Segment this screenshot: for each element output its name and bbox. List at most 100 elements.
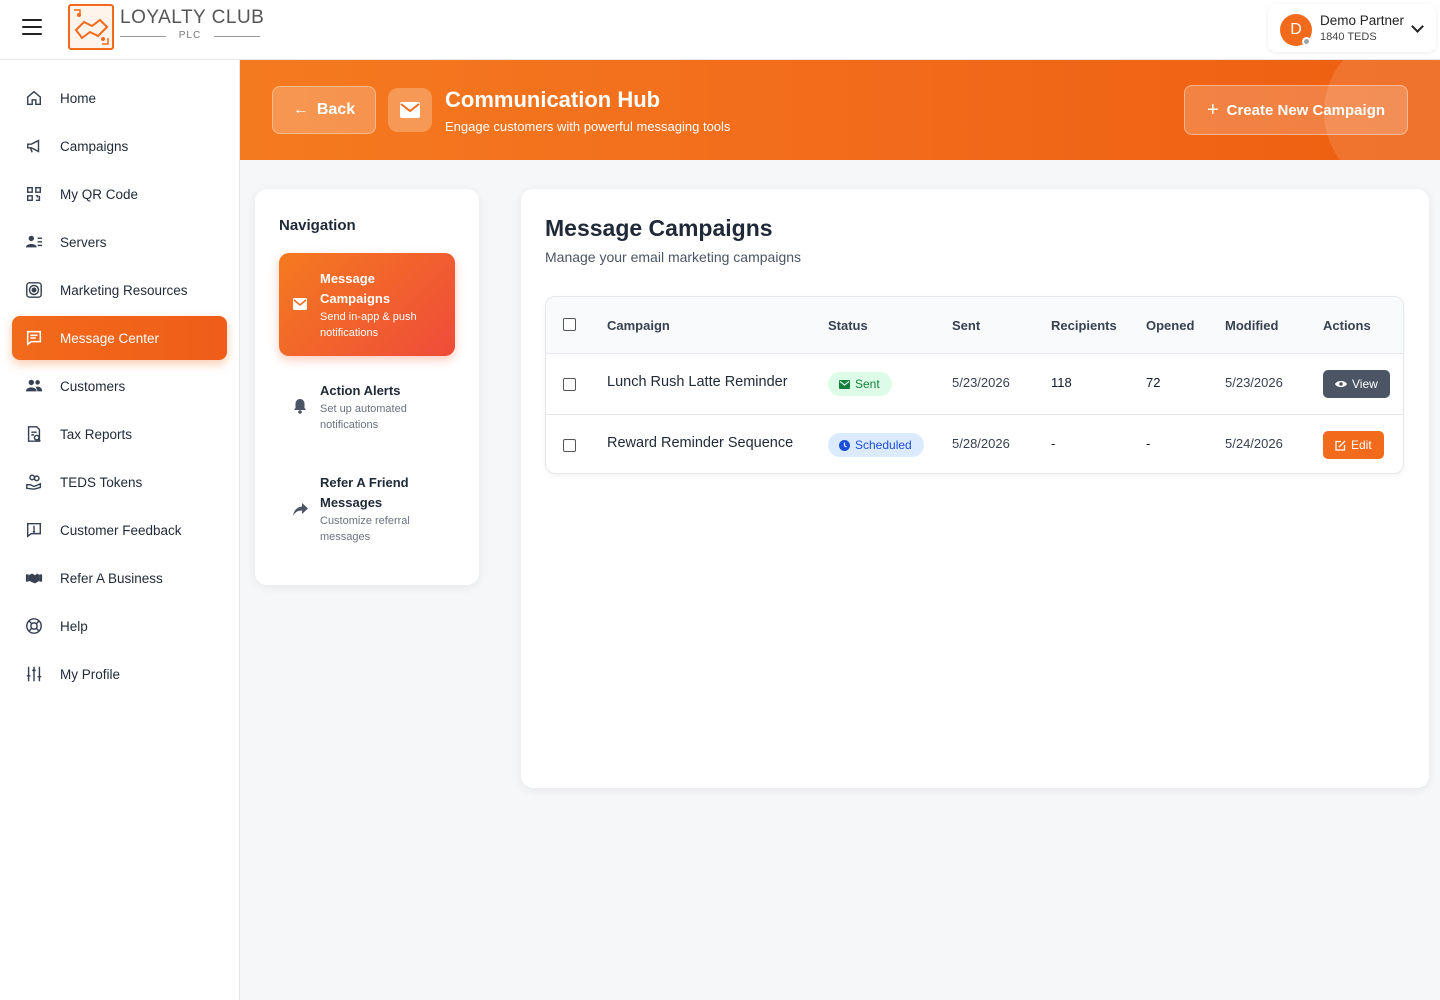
sidebar-item-label: Tax Reports bbox=[60, 426, 133, 442]
back-button[interactable]: ← Back bbox=[272, 86, 376, 134]
sidebar-item-label: Campaigns bbox=[60, 138, 129, 154]
hub-navigation-card: Navigation Message Campaigns Send in-app… bbox=[255, 189, 479, 585]
sidebar-item-refer-a-business[interactable]: Refer A Business bbox=[12, 556, 227, 600]
modified-date: 5/23/2026 bbox=[1225, 375, 1283, 390]
recipients-count: - bbox=[1051, 436, 1056, 451]
subnav-description: Set up automated notifications bbox=[320, 403, 407, 431]
sidebar-item-qr-code[interactable]: My QR Code bbox=[12, 172, 227, 216]
subnav-action-alerts[interactable]: Action Alerts Set up automated notificat… bbox=[279, 369, 455, 449]
lifebuoy-icon bbox=[24, 616, 44, 636]
eye-icon bbox=[1335, 380, 1347, 388]
row-checkbox[interactable] bbox=[563, 378, 576, 391]
user-profile-menu[interactable]: D Demo Partner 1840 TEDS bbox=[1268, 4, 1436, 52]
sidebar-item-teds-tokens[interactable]: TEDS Tokens bbox=[12, 460, 227, 504]
sidebar-item-label: Help bbox=[60, 618, 88, 634]
target-icon bbox=[24, 280, 44, 300]
sidebar-item-label: Refer A Business bbox=[60, 570, 163, 586]
tax-report-icon bbox=[24, 424, 44, 444]
sidebar-item-label: Home bbox=[60, 90, 97, 106]
sidebar-item-label: Customers bbox=[60, 378, 126, 394]
sidebar: Home Campaigns My QR Code Servers Market… bbox=[0, 60, 240, 1000]
envelope-icon bbox=[293, 297, 309, 313]
column-header-opened[interactable]: Opened bbox=[1146, 318, 1194, 333]
sent-date: 5/28/2026 bbox=[952, 436, 1010, 451]
sidebar-item-servers[interactable]: Servers bbox=[12, 220, 227, 264]
edit-icon bbox=[1335, 440, 1346, 451]
sidebar-item-label: My Profile bbox=[60, 666, 121, 682]
arrow-left-icon: ← bbox=[292, 101, 309, 118]
sidebar-item-label: Marketing Resources bbox=[60, 282, 188, 298]
qr-code-icon bbox=[24, 184, 44, 204]
column-header-recipients[interactable]: Recipients bbox=[1051, 318, 1117, 333]
select-all-checkbox[interactable] bbox=[563, 318, 576, 331]
view-button-label: View bbox=[1352, 377, 1378, 391]
feedback-icon bbox=[24, 520, 44, 540]
message-campaigns-panel: Message Campaigns Manage your email mark… bbox=[521, 189, 1429, 788]
column-header-status[interactable]: Status bbox=[828, 318, 868, 333]
envelope-icon bbox=[388, 88, 432, 132]
sidebar-item-tax-reports[interactable]: Tax Reports bbox=[12, 412, 227, 456]
table-row[interactable]: Lunch Rush Latte Reminder Sent 5/23/2026… bbox=[546, 354, 1403, 415]
status-label: Scheduled bbox=[855, 438, 912, 452]
subnav-message-campaigns[interactable]: Message Campaigns Send in-app & push not… bbox=[279, 253, 455, 356]
column-header-campaign[interactable]: Campaign bbox=[607, 318, 670, 333]
sidebar-item-campaigns[interactable]: Campaigns bbox=[12, 124, 227, 168]
sidebar-item-customers[interactable]: Customers bbox=[12, 364, 227, 408]
user-balance: 1840 TEDS bbox=[1320, 31, 1377, 43]
page-subtitle: Engage customers with powerful messaging… bbox=[445, 119, 731, 134]
menu-toggle-icon[interactable] bbox=[22, 19, 42, 35]
campaign-name[interactable]: Lunch Rush Latte Reminder bbox=[607, 374, 788, 390]
brand-logo[interactable]: LOYALTY CLUB PLC bbox=[66, 4, 266, 52]
status-badge: Scheduled bbox=[828, 433, 924, 457]
edit-button[interactable]: Edit bbox=[1323, 431, 1384, 459]
brand-sub: PLC bbox=[120, 30, 260, 41]
subnav-description: Send in-app & push notifications bbox=[320, 311, 417, 339]
sent-date: 5/23/2026 bbox=[952, 375, 1010, 390]
opened-count: - bbox=[1146, 436, 1151, 451]
section-subtitle: Manage your email marketing campaigns bbox=[545, 249, 802, 265]
campaigns-table: Campaign Status Sent Recipients Opened M… bbox=[545, 296, 1404, 474]
sidebar-item-my-profile[interactable]: My Profile bbox=[12, 652, 227, 696]
subnav-description: Customize referral messages bbox=[320, 515, 410, 543]
create-new-campaign-button[interactable]: + Create New Campaign bbox=[1184, 85, 1408, 135]
recipients-count: 118 bbox=[1051, 375, 1072, 390]
page-title: Communication Hub bbox=[445, 87, 661, 112]
user-list-icon bbox=[24, 232, 44, 252]
back-button-label: Back bbox=[316, 101, 356, 118]
sliders-icon bbox=[24, 664, 44, 684]
user-name: Demo Partner bbox=[1320, 13, 1405, 28]
handshake-logo-icon bbox=[68, 4, 114, 50]
subnav-title: Message Campaigns bbox=[320, 271, 391, 306]
sidebar-item-label: My QR Code bbox=[60, 186, 139, 202]
communication-hub-banner: ← Back Communication Hub Engage customer… bbox=[240, 60, 1440, 160]
modified-date: 5/24/2026 bbox=[1225, 436, 1283, 451]
column-header-modified[interactable]: Modified bbox=[1225, 318, 1278, 333]
navigation-heading: Navigation bbox=[279, 217, 356, 234]
users-icon bbox=[24, 376, 44, 396]
sidebar-item-customer-feedback[interactable]: Customer Feedback bbox=[12, 508, 227, 552]
sidebar-item-label: Servers bbox=[60, 234, 107, 250]
opened-count: 72 bbox=[1146, 375, 1161, 390]
campaign-name[interactable]: Reward Reminder Sequence bbox=[607, 435, 793, 451]
sidebar-item-message-center[interactable]: Message Center bbox=[12, 316, 227, 360]
envelope-icon bbox=[839, 379, 850, 389]
column-header-actions: Actions bbox=[1323, 318, 1371, 333]
subnav-title: Refer A Friend Messages bbox=[320, 475, 409, 510]
sidebar-item-marketing-resources[interactable]: Marketing Resources bbox=[12, 268, 227, 312]
plus-icon: + bbox=[1206, 98, 1219, 121]
view-button[interactable]: View bbox=[1323, 370, 1390, 398]
chevron-down-icon bbox=[1411, 20, 1424, 33]
home-icon bbox=[24, 88, 44, 108]
subnav-title: Action Alerts bbox=[320, 383, 401, 398]
column-header-sent[interactable]: Sent bbox=[952, 318, 980, 333]
table-row[interactable]: Reward Reminder Sequence Scheduled 5/28/… bbox=[546, 415, 1403, 473]
sidebar-item-label: Message Center bbox=[60, 330, 160, 346]
create-button-label: Create New Campaign bbox=[1226, 101, 1386, 119]
row-checkbox[interactable] bbox=[563, 439, 576, 452]
edit-button-label: Edit bbox=[1351, 438, 1372, 452]
subnav-refer-a-friend[interactable]: Refer A Friend Messages Customize referr… bbox=[279, 461, 455, 553]
top-header: LOYALTY CLUB PLC D Demo Partner 1840 TED… bbox=[0, 0, 1440, 60]
sidebar-item-help[interactable]: Help bbox=[12, 604, 227, 648]
megaphone-icon bbox=[24, 136, 44, 156]
sidebar-item-home[interactable]: Home bbox=[12, 76, 227, 120]
